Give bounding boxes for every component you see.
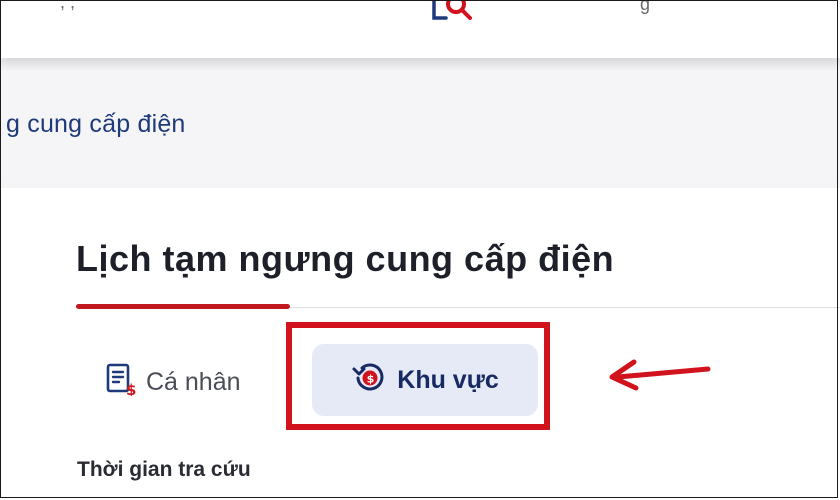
svg-text:$: $ [126,381,136,396]
breadcrumb[interactable]: g cung cấp điện [6,110,186,139]
highlight-box [286,322,550,430]
invoice-dollar-icon: $ [104,362,138,403]
pointer-arrow-icon [604,355,712,400]
top-bar-partial-right: g [640,0,651,14]
page-title: Lịch tạm ngưng cung cấp điện [76,238,615,279]
top-bar: , , g [0,0,840,58]
tab-personal-label: Cá nhân [146,368,241,396]
tab-personal[interactable]: $ Cá nhân [104,362,241,403]
time-lookup-label: Thời gian tra cứu [77,458,251,481]
top-bar-partial-text: , , [60,0,76,12]
tab-divider [290,307,840,308]
title-underline [76,304,290,309]
search-document-icon[interactable] [432,0,482,27]
